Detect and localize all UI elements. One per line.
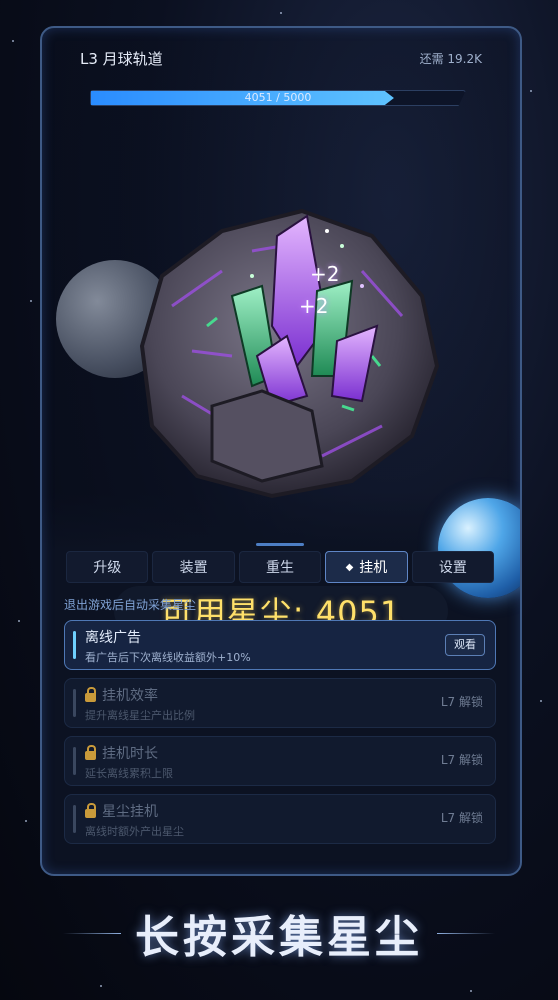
unlock-requirement: L7 解锁 bbox=[440, 753, 483, 767]
item-accent-bar bbox=[73, 805, 76, 833]
level-progress-bar: 4051 / 5000 bbox=[90, 90, 466, 106]
tab-label: 重生 bbox=[266, 560, 295, 576]
stardust-idle-item: 星尘挂机 离线时额外产出星尘 L7 解锁 bbox=[64, 794, 496, 844]
unlock-requirement: L7 解锁 bbox=[440, 811, 483, 825]
tab-device[interactable]: 装置 bbox=[152, 551, 235, 583]
lock-icon bbox=[85, 687, 96, 702]
promo-banner: 长按采集星尘 bbox=[0, 898, 558, 968]
idle-duration-item: 挂机时长 延长离线累积上限 L7 解锁 bbox=[64, 736, 496, 786]
tab-settings[interactable]: 设置 bbox=[411, 551, 495, 583]
item-title: 离线广告 bbox=[85, 630, 141, 646]
idle-efficiency-item: 挂机效率 提升离线星尘产出比例 L7 解锁 bbox=[64, 678, 496, 728]
item-title: 挂机效率 bbox=[102, 688, 158, 704]
banner-divider-right bbox=[437, 932, 495, 934]
banner-divider-left bbox=[63, 932, 121, 934]
tab-upgrade[interactable]: 升级 bbox=[66, 551, 149, 583]
tab-indicator bbox=[256, 543, 304, 546]
level-header: L3 月球轨道 还需 19.2K 4051 / 5000 bbox=[42, 28, 520, 148]
panel-subtitle: 退出游戏后自动采集星尘 bbox=[64, 598, 197, 612]
tab-label: 设置 bbox=[438, 560, 467, 576]
item-accent-bar bbox=[73, 747, 76, 775]
offline-ad-item[interactable]: 离线广告 看广告后下次离线收益额外+10% 观看 bbox=[64, 620, 496, 670]
game-scene[interactable]: +2 +2 可用星尘: 4051 bbox=[42, 138, 520, 636]
progress-text: 4051 / 5000 bbox=[244, 91, 312, 104]
tab-label: 挂机 bbox=[359, 560, 388, 576]
diamond-icon: ◆ bbox=[345, 561, 354, 573]
tab-idle[interactable]: ◆ 挂机 bbox=[325, 551, 408, 583]
item-title-row: 星尘挂机 bbox=[85, 801, 158, 821]
item-title-row: 挂机时长 bbox=[85, 743, 158, 763]
tab-label: 升级 bbox=[93, 560, 122, 576]
game-frame: L3 月球轨道 还需 19.2K 4051 / 5000 +2 +2 可用星尘:… bbox=[40, 26, 522, 876]
floating-gain-text: +2 bbox=[299, 294, 329, 318]
item-title: 星尘挂机 bbox=[102, 804, 158, 820]
tab-bar: 升级 装置 重生 ◆ 挂机 设置 bbox=[66, 551, 495, 583]
item-description: 离线时额外产出星尘 bbox=[85, 825, 184, 838]
watch-ad-button[interactable]: 观看 bbox=[445, 634, 485, 656]
tab-label: 装置 bbox=[179, 560, 208, 576]
item-description: 延长离线累积上限 bbox=[85, 767, 173, 780]
tab-rebirth[interactable]: 重生 bbox=[238, 551, 322, 583]
lock-icon bbox=[85, 803, 96, 818]
item-title: 挂机时长 bbox=[102, 746, 158, 762]
unlock-requirement: L7 解锁 bbox=[440, 695, 483, 709]
remaining-needed: 还需 19.2K bbox=[419, 52, 482, 66]
item-description: 看广告后下次离线收益额外+10% bbox=[85, 651, 251, 664]
banner-text: 长按采集星尘 bbox=[135, 912, 423, 963]
item-accent-bar bbox=[73, 631, 76, 659]
lock-icon bbox=[85, 745, 96, 760]
level-title: L3 月球轨道 bbox=[80, 50, 163, 68]
item-title-row: 挂机效率 bbox=[85, 685, 158, 705]
crystal-asteroid[interactable]: +2 +2 bbox=[112, 176, 452, 516]
floating-gain-text: +2 bbox=[310, 262, 340, 286]
item-description: 提升离线星尘产出比例 bbox=[85, 709, 195, 722]
item-accent-bar bbox=[73, 689, 76, 717]
